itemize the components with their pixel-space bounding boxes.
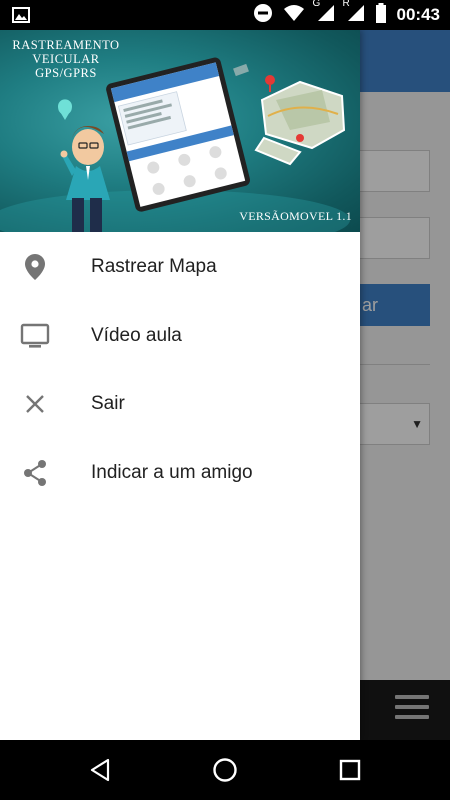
home-icon[interactable] <box>210 755 240 785</box>
drawer-menu: Rastrear Mapa Vídeo aula Sair Indicar a … <box>0 233 360 507</box>
battery-icon <box>375 2 387 28</box>
status-bar: G R 00:43 <box>0 0 450 30</box>
close-icon <box>20 389 50 419</box>
do-not-disturb-icon <box>253 3 273 28</box>
menu-item-rastrear-mapa[interactable]: Rastrear Mapa <box>0 233 360 302</box>
recents-icon[interactable] <box>335 755 365 785</box>
signal-g-icon: G <box>313 0 335 27</box>
menu-item-sair[interactable]: Sair <box>0 370 360 439</box>
menu-item-label: Sair <box>91 393 125 415</box>
version-label: VERSÃOMOVEL 1.1 <box>239 209 352 223</box>
wifi-icon <box>283 4 305 27</box>
drawer-header: RASTREAMENTO VEICULAR GPS/GPRS VERSÃOMOV… <box>0 30 360 232</box>
navigation-drawer: RASTREAMENTO VEICULAR GPS/GPRS VERSÃOMOV… <box>0 30 360 740</box>
share-icon <box>20 458 50 488</box>
header-title: RASTREAMENTO VEICULAR GPS/GPRS <box>6 38 126 80</box>
header-title-line: RASTREAMENTO <box>12 38 120 52</box>
status-time: 00:43 <box>396 5 440 24</box>
system-nav-bar <box>0 740 450 800</box>
tv-icon <box>20 321 50 351</box>
menu-item-indicar-amigo[interactable]: Indicar a um amigo <box>0 439 360 508</box>
menu-item-label: Vídeo aula <box>91 324 182 346</box>
menu-item-label: Indicar a um amigo <box>91 461 253 483</box>
signal-r-icon: R <box>343 0 365 27</box>
menu-item-video-aula[interactable]: Vídeo aula <box>0 302 360 371</box>
map-pin-icon <box>20 252 50 282</box>
menu-item-label: Rastrear Mapa <box>91 256 217 278</box>
image-icon <box>12 7 30 28</box>
header-title-line: GPS/GPRS <box>35 66 97 80</box>
back-icon[interactable] <box>85 755 115 785</box>
header-title-line: VEICULAR <box>32 52 100 66</box>
